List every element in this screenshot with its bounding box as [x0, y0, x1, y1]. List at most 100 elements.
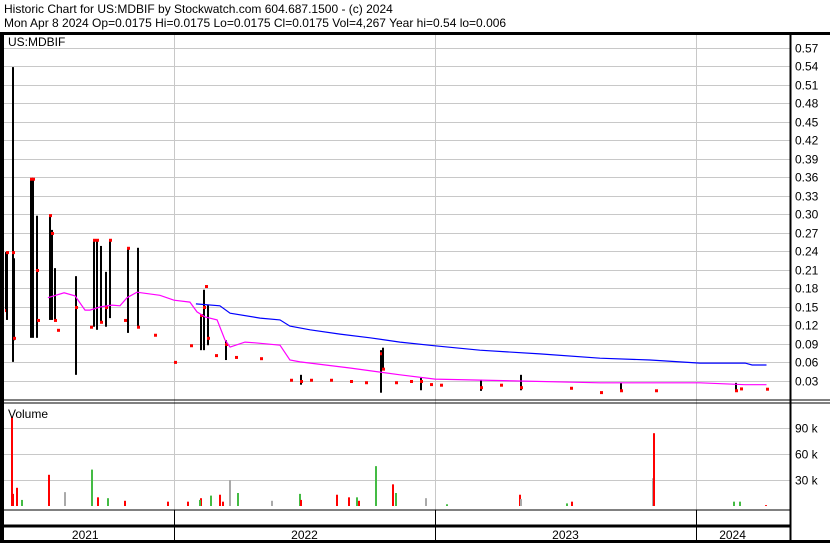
volume-tick-label: 60 k	[795, 448, 819, 462]
close-marker	[655, 389, 658, 393]
close-marker	[365, 381, 368, 385]
close-marker	[735, 389, 738, 393]
close-marker	[127, 246, 130, 250]
close-marker	[290, 378, 293, 382]
close-marker	[410, 379, 413, 383]
background	[0, 0, 830, 543]
close-marker	[96, 238, 99, 242]
volume-bar	[271, 500, 273, 506]
price-tick-label: 0.03	[795, 375, 819, 389]
volume-bar	[219, 494, 221, 506]
price-tick-label: 0.36	[795, 171, 819, 185]
price-bar	[30, 178, 32, 338]
close-marker	[93, 238, 96, 242]
close-marker	[54, 318, 57, 322]
symbol-label: US:MDBIF	[8, 35, 65, 49]
close-marker	[51, 231, 54, 235]
volume-bar	[348, 497, 350, 506]
price-bar	[420, 377, 422, 391]
volume-bar	[566, 503, 568, 506]
volume-bar	[107, 498, 109, 506]
close-marker	[310, 378, 313, 382]
volume-bar	[64, 492, 66, 506]
price-tick-label: 0.27	[795, 227, 819, 241]
close-marker	[300, 379, 303, 383]
price-tick-label: 0.09	[795, 338, 819, 352]
volume-tick-label: 90 k	[795, 422, 819, 436]
price-bar	[32, 178, 34, 338]
volume-bar	[765, 505, 767, 506]
price-tick-label: 0.21	[795, 264, 819, 278]
price-bar	[380, 350, 382, 393]
price-bar	[51, 229, 53, 320]
close-marker	[330, 378, 333, 382]
quote-line: Mon Apr 8 2024 Op=0.0175 Hi=0.0175 Lo=0.…	[4, 16, 506, 30]
price-tick-label: 0.51	[795, 79, 819, 93]
volume-bar	[446, 504, 448, 506]
price-bar	[300, 374, 302, 385]
year-label: 2021	[72, 528, 99, 542]
price-bar	[6, 252, 8, 320]
price-bar	[54, 268, 56, 320]
price-tick-label: 0.39	[795, 153, 819, 167]
price-bar	[75, 276, 77, 375]
price-bar	[137, 247, 139, 327]
volume-bar	[336, 494, 338, 506]
close-marker	[203, 305, 206, 309]
price-bar	[96, 239, 98, 330]
close-marker	[109, 238, 112, 242]
close-marker	[350, 379, 353, 383]
volume-bar	[425, 498, 427, 506]
volume-bar	[124, 500, 126, 506]
close-marker	[154, 333, 157, 337]
close-marker	[235, 355, 238, 359]
volume-bar	[733, 501, 735, 506]
close-marker	[124, 318, 127, 322]
close-marker	[49, 214, 52, 218]
close-marker	[6, 251, 9, 255]
close-marker	[480, 386, 483, 390]
close-marker	[500, 383, 503, 387]
price-bar	[49, 215, 51, 320]
close-marker	[620, 389, 623, 393]
price-tick-label: 0.42	[795, 134, 819, 148]
close-marker	[12, 251, 15, 255]
price-tick-label: 0.33	[795, 190, 819, 204]
year-label: 2024	[719, 528, 746, 542]
price-tick-label: 0.06	[795, 356, 819, 370]
close-marker	[90, 325, 93, 329]
price-bar	[100, 245, 102, 322]
volume-bar	[12, 493, 14, 506]
close-marker	[600, 391, 603, 395]
chart-title: Historic Chart for US:MDBIF by Stockwatc…	[4, 2, 393, 16]
year-label: 2023	[552, 528, 579, 542]
volume-bar	[237, 493, 239, 506]
price-tick-label: 0.18	[795, 282, 819, 296]
price-tick-label: 0.48	[795, 97, 819, 111]
price-tick-label: 0.45	[795, 116, 819, 130]
price-bar	[109, 239, 111, 319]
volume-bar	[358, 500, 360, 506]
close-marker	[215, 354, 218, 358]
volume-tick-label: 30 k	[795, 474, 819, 488]
volume-bar	[653, 433, 655, 506]
close-marker	[57, 328, 60, 332]
price-bar	[480, 379, 482, 391]
volume-bar	[16, 487, 18, 506]
volume-bar	[167, 501, 169, 506]
volume-bar	[300, 499, 302, 506]
volume-bar	[375, 466, 377, 506]
close-marker	[395, 381, 398, 385]
volume-bar	[199, 499, 201, 506]
volume-bar	[571, 501, 573, 506]
volume-bar	[229, 480, 231, 506]
close-marker	[205, 285, 208, 289]
price-tick-label: 0.30	[795, 208, 819, 222]
volume-bar	[187, 501, 189, 506]
close-marker	[207, 336, 210, 340]
price-tick-label: 0.15	[795, 301, 819, 315]
close-marker	[570, 386, 573, 390]
close-marker	[100, 320, 103, 324]
volume-bar	[97, 497, 99, 506]
volume-bar	[210, 495, 212, 506]
